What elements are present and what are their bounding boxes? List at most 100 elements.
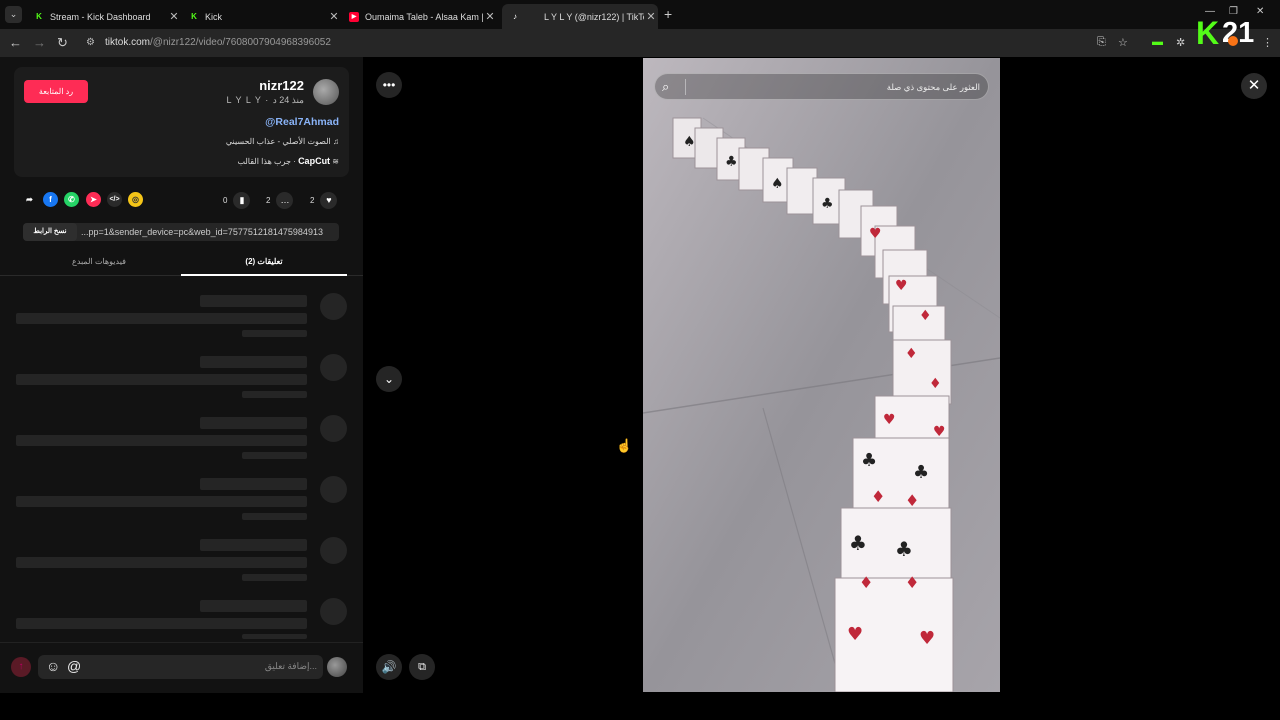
emoji-icon[interactable]: ☺ [46, 658, 60, 674]
comment-input[interactable]: ☺ @ إضافة تعليق... [38, 655, 323, 679]
search-icon[interactable]: ⌕ [662, 79, 669, 95]
more-options-icon[interactable]: ••• [376, 72, 402, 98]
music-note-icon: ♫ [333, 137, 339, 146]
svg-text:♣: ♣ [849, 531, 867, 555]
mention-icon[interactable]: @ [67, 658, 81, 674]
reload-icon[interactable]: ↻ [57, 36, 68, 50]
chevron-down-icon[interactable]: ⌄ [376, 366, 402, 392]
close-tab-icon[interactable]: ✕ [327, 10, 341, 23]
close-icon[interactable]: ✕ [1241, 73, 1267, 99]
video-frame[interactable]: ♠ ♣ ♠ ♣ ♥ ♥ ♦ ♦ ♦ ♥ ♥ ♣ ♣ ♦ ♦ ♣ ♣ ♦ ♦ ♥ [643, 58, 1000, 692]
close-tab-icon[interactable]: ✕ [644, 10, 658, 23]
back-icon[interactable]: ← [9, 36, 22, 50]
svg-text:♥: ♥ [869, 226, 882, 242]
tab-tiktok[interactable]: ♪ L Y L Y (@nizr122) | TikTok ✕ [502, 4, 658, 29]
browser-tab-bar: ⌄ K Stream - Kick Dashboard ✕ K Kick ✕ ▶… [0, 0, 1280, 29]
comments-count: 2 [266, 196, 271, 205]
capcut-icon: ≋ [332, 157, 339, 166]
author-username[interactable]: nizr122 [259, 78, 304, 93]
tab-title: Stream - Kick Dashboard [50, 11, 151, 22]
kick-extension-icon[interactable]: ▬ [1152, 36, 1163, 48]
svg-text:♠: ♠ [771, 176, 784, 192]
video-player-area: ••• ⌄ 🔊 ⧉ ♠ ♣ ♠ ♣ ♥ ♥ ♦ ♦ ♦ ♥ ♥ ♣ ♣ ♦ ♦ … [363, 57, 1280, 693]
skeleton-avatar [320, 537, 347, 564]
forward-icon[interactable]: → [33, 36, 46, 50]
tab-creator-videos[interactable]: فيديوهات المبدع [16, 257, 182, 266]
skeleton-line [16, 374, 307, 385]
my-avatar [327, 657, 347, 677]
comment-icon[interactable]: … [276, 192, 294, 209]
svg-text:♦: ♦ [929, 376, 942, 392]
install-app-icon[interactable]: ⎘ [1097, 36, 1106, 49]
tab-comments[interactable]: تعليقات (2) [181, 257, 347, 276]
search-placeholder: العثور على محتوى ذي صلة [886, 82, 980, 92]
comment-composer: ↑ ☺ @ إضافة تعليق... [0, 642, 363, 693]
window-close-icon[interactable]: ✕ [1256, 6, 1264, 17]
capcut-brand: CapCut [298, 156, 331, 166]
tab-kick-dashboard[interactable]: K Stream - Kick Dashboard ✕ [26, 4, 181, 29]
saves-stat[interactable]: 0 ▮ [223, 192, 251, 209]
share-link-text[interactable]: ...pp=1&sender_device=pc&web_id=75775121… [81, 227, 323, 237]
tab-youtube[interactable]: ▶ Oumaima Taleb - Alsaa Kam | C ✕ [341, 4, 497, 29]
kick-21-logo-overlay: K 21 [1196, 17, 1260, 49]
hand-cursor-icon: ☝ [616, 438, 633, 453]
search-divider [685, 79, 686, 95]
skeleton-line [200, 600, 307, 612]
kick-icon: K [36, 11, 42, 21]
url-field[interactable]: ⚙ tiktok.com/@nizr122/video/760800790496… [80, 32, 1142, 54]
skeleton-avatar [320, 293, 347, 320]
new-tab-icon[interactable]: + [664, 6, 672, 22]
related-search-box[interactable]: ⌕ العثور على محتوى ذي صلة [654, 73, 989, 100]
facebook-icon[interactable]: f [43, 192, 58, 207]
skeleton-line [200, 478, 307, 490]
skeleton-avatar [320, 354, 347, 381]
svg-text:♠: ♠ [683, 134, 696, 150]
embed-icon[interactable]: </> [107, 192, 122, 207]
svg-text:♥: ♥ [883, 412, 896, 428]
author-subline: L Y L Y · منذ 24 د [226, 95, 304, 105]
share-arrow-icon[interactable]: ➦ [22, 192, 37, 207]
close-tab-icon[interactable]: ✕ [167, 10, 181, 23]
comments-stat[interactable]: 2 … [266, 192, 294, 209]
heart-icon[interactable]: ♥ [320, 192, 338, 209]
capcut-template-link[interactable]: جرب هذا القالب · CapCut ≋ [238, 156, 339, 166]
whatsapp-icon[interactable]: ✆ [64, 192, 79, 207]
skeleton-avatar [320, 598, 347, 625]
volume-icon[interactable]: 🔊 [376, 654, 402, 680]
tab-search-button[interactable]: ⌄ [5, 6, 22, 23]
svg-text:♥: ♥ [933, 424, 946, 440]
capcut-text: جرب هذا القالب · [237, 157, 296, 166]
restore-icon[interactable]: ❐ [1229, 6, 1238, 17]
browser-menu-icon[interactable]: ⋮ [1262, 36, 1273, 49]
skeleton-line [200, 356, 307, 368]
svg-text:♦: ♦ [871, 487, 885, 506]
saves-count: 0 [223, 196, 228, 205]
bookmark-star-icon[interactable]: ☆ [1118, 36, 1128, 49]
author-avatar[interactable] [313, 79, 339, 105]
skeleton-line [242, 391, 307, 398]
sound-link[interactable]: الصوت الأصلي - عذاب الحسيني ♫ [226, 137, 339, 146]
skeleton-line [200, 417, 307, 429]
likes-stat[interactable]: 2 ♥ [310, 192, 338, 209]
picture-in-picture-icon[interactable]: ⧉ [409, 654, 435, 680]
send-to-friends-icon[interactable]: ➤ [86, 192, 101, 207]
author-card: رد المتابعة nizr122 L Y L Y · منذ 24 د @… [14, 67, 349, 177]
copy-link-button[interactable]: نسخ الرابط [23, 223, 77, 241]
skeleton-avatar [320, 476, 347, 503]
skeleton-line [242, 634, 307, 639]
close-tab-icon[interactable]: ✕ [483, 10, 497, 23]
url-text: tiktok.com/@nizr122/video/76080079049683… [105, 37, 331, 48]
address-bar-row: ← → ↻ ⚙ tiktok.com/@nizr122/video/760800… [0, 29, 1280, 57]
site-info-icon[interactable]: ⚙ [86, 37, 95, 48]
svg-text:♥: ♥ [919, 628, 935, 649]
extensions-icon[interactable]: ✲ [1176, 36, 1185, 49]
coin-icon[interactable]: ◎ [128, 192, 143, 207]
svg-text:♣: ♣ [913, 462, 929, 483]
tab-kick[interactable]: K Kick ✕ [181, 4, 341, 29]
likes-count: 2 [310, 196, 315, 205]
video-details-panel: رد المتابعة nizr122 L Y L Y · منذ 24 د @… [0, 57, 363, 693]
bookmark-icon[interactable]: ▮ [233, 192, 251, 209]
caption-mention[interactable]: @Real7Ahmad [265, 116, 339, 128]
follow-back-button[interactable]: رد المتابعة [24, 80, 88, 103]
send-comment-button[interactable]: ↑ [11, 657, 31, 677]
